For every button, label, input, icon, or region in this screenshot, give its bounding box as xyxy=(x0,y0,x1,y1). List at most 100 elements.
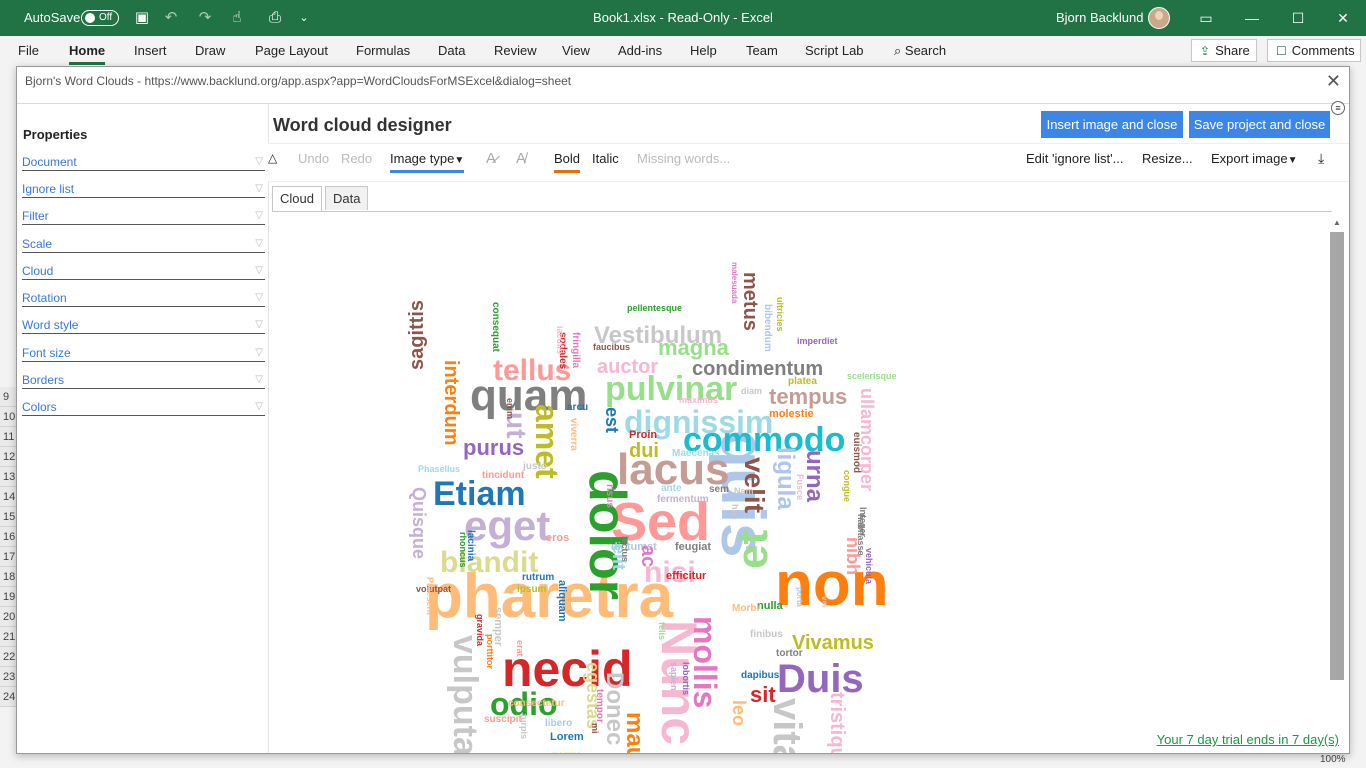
cloud-word[interactable]: mollis xyxy=(687,616,723,708)
cloud-word[interactable]: sapien xyxy=(669,662,679,691)
row-header[interactable]: 16 xyxy=(0,527,17,547)
canvas-scrollbar[interactable]: ▲ xyxy=(1330,216,1344,728)
cloud-word[interactable]: dui xyxy=(629,440,659,462)
row-header[interactable]: 15 xyxy=(0,507,17,527)
cloud-word[interactable]: erat xyxy=(515,640,525,657)
tab-page-layout[interactable]: Page Layout xyxy=(255,36,328,66)
cloud-word[interactable]: eros xyxy=(546,532,569,544)
cloud-word[interactable]: ac xyxy=(637,545,659,567)
cloud-word[interactable]: gravida xyxy=(475,614,485,647)
cloud-word[interactable]: rutrum xyxy=(522,572,554,583)
cloud-word[interactable]: sagittis xyxy=(406,300,428,370)
cloud-word[interactable]: Praesent xyxy=(425,577,435,615)
cloud-word[interactable]: felis xyxy=(657,622,667,640)
cloud-word[interactable]: ligula xyxy=(772,447,799,510)
property-rotation[interactable]: Rotation ▽ xyxy=(22,289,265,307)
cloud-word[interactable]: enim xyxy=(505,398,515,419)
tab-script-lab[interactable]: Script Lab xyxy=(805,36,864,66)
cloud-word[interactable]: Maecenas xyxy=(672,448,720,459)
cloud-word[interactable]: porttitor xyxy=(485,634,495,669)
edit-ignore-list-button[interactable]: Edit 'ignore list'... xyxy=(1026,144,1123,181)
tab-cloud[interactable]: Cloud xyxy=(272,186,322,212)
close-icon[interactable]: ✕ xyxy=(1320,0,1366,36)
row-header[interactable]: 10 xyxy=(0,407,17,427)
cloud-word[interactable]: tincidunt xyxy=(482,470,525,481)
scroll-thumb[interactable] xyxy=(1330,232,1344,680)
cloud-word[interactable]: euismod xyxy=(851,432,862,473)
download-icon[interactable]: ⤓ xyxy=(1318,144,1324,181)
cloud-word[interactable]: rhoncus xyxy=(458,532,468,568)
cloud-word[interactable]: lobortis xyxy=(681,662,691,695)
tab-draw[interactable]: Draw xyxy=(195,36,225,66)
cloud-word[interactable]: Lorem xyxy=(550,731,584,743)
missing-words-button[interactable]: Missing words... xyxy=(637,144,730,181)
cloud-word[interactable]: iaculis xyxy=(555,326,565,354)
cloud-word[interactable]: tortor xyxy=(776,648,803,659)
row-header[interactable]: 17 xyxy=(0,547,17,567)
property-font-size[interactable]: Font size ▽ xyxy=(22,344,265,362)
tab-file[interactable]: File xyxy=(18,36,39,66)
row-header[interactable]: 13 xyxy=(0,467,17,487)
cloud-word[interactable]: sem xyxy=(709,484,729,495)
share-button[interactable]: ⇪ Share xyxy=(1191,39,1257,62)
cloud-word[interactable]: dapibus xyxy=(741,670,780,681)
menu-icon[interactable]: ≡ xyxy=(1331,101,1345,115)
cloud-word[interactable]: arcu xyxy=(567,402,588,413)
cloud-word[interactable]: sit xyxy=(750,682,776,707)
property-filter[interactable]: Filter ▽ xyxy=(22,207,265,225)
cloud-word[interactable]: Integer xyxy=(858,507,868,538)
warning-icon[interactable]: △ xyxy=(268,144,277,181)
tab-view[interactable]: View xyxy=(562,36,590,66)
cloud-word[interactable]: nulla xyxy=(757,600,784,612)
cloud-word[interactable]: Proin xyxy=(629,429,657,441)
row-header[interactable]: 24 xyxy=(0,687,17,707)
tab-data[interactable]: Data xyxy=(325,186,369,210)
comments-button[interactable]: ☐ Comments xyxy=(1267,39,1361,62)
row-header[interactable]: 19 xyxy=(0,587,17,607)
cloud-word[interactable]: ultricies xyxy=(775,297,785,332)
cloud-word[interactable]: et xyxy=(728,530,777,569)
close-icon[interactable]: ✕ xyxy=(1326,71,1341,91)
cloud-word[interactable]: molestie xyxy=(769,408,814,420)
user-name[interactable]: Bjorn Backlund xyxy=(1056,0,1143,36)
cloud-word[interactable]: viverra xyxy=(568,418,579,451)
cloud-word[interactable]: porta xyxy=(795,587,804,608)
cloud-word[interactable]: est xyxy=(602,407,622,433)
cloud-word[interactable]: mi xyxy=(590,723,600,734)
tab-home[interactable]: Home xyxy=(69,36,106,66)
property-colors[interactable]: Colors ▽ xyxy=(22,398,265,416)
row-header[interactable]: 9 xyxy=(0,387,17,407)
tab-insert[interactable]: Insert xyxy=(134,36,167,66)
cloud-word[interactable]: hac xyxy=(730,504,740,520)
cloud-word[interactable]: Vivamus xyxy=(792,632,874,654)
insert-image-button[interactable]: Insert image and close xyxy=(1041,111,1183,138)
cloud-word[interactable]: malesuada xyxy=(730,262,739,304)
cloud-word[interactable]: auctor xyxy=(597,356,658,378)
save-project-button[interactable]: Save project and close xyxy=(1189,111,1330,138)
cloud-word[interactable]: tempor xyxy=(594,689,605,723)
tab-team[interactable]: Team xyxy=(746,36,778,66)
cloud-word[interactable]: Nam xyxy=(734,486,754,496)
cloud-word[interactable]: Phasellus xyxy=(418,464,460,474)
cloud-word[interactable]: finibus xyxy=(750,629,783,640)
property-cloud[interactable]: Cloud ▽ xyxy=(22,262,265,280)
undo-button[interactable]: Undo xyxy=(298,144,329,181)
cloud-word[interactable]: aliquam xyxy=(556,580,568,622)
increase-font-icon[interactable]: A̸ xyxy=(516,144,526,181)
row-header[interactable]: 11 xyxy=(0,427,17,447)
cloud-word[interactable]: scelerisque xyxy=(847,371,897,381)
cloud-word[interactable]: magna xyxy=(658,335,730,360)
bold-button[interactable]: Bold xyxy=(554,144,581,181)
maximize-icon[interactable]: ☐ xyxy=(1275,0,1321,36)
cloud-word[interactable]: vel xyxy=(820,596,829,607)
tab-add-ins[interactable]: Add-ins xyxy=(618,36,662,66)
export-image-button[interactable]: Export image▼ xyxy=(1211,144,1298,181)
cloud-word[interactable]: tristique xyxy=(826,692,848,754)
decrease-font-icon[interactable]: A̷ xyxy=(486,144,496,181)
cloud-word[interactable]: Quisque xyxy=(409,487,429,559)
cloud-word[interactable]: imperdiet xyxy=(797,336,838,346)
cloud-word[interactable]: diam xyxy=(741,386,762,396)
resize-button[interactable]: Resize... xyxy=(1142,144,1193,181)
ribbon-display-icon[interactable]: ▭ xyxy=(1183,0,1229,36)
cloud-word[interactable]: fringilla xyxy=(570,332,581,369)
